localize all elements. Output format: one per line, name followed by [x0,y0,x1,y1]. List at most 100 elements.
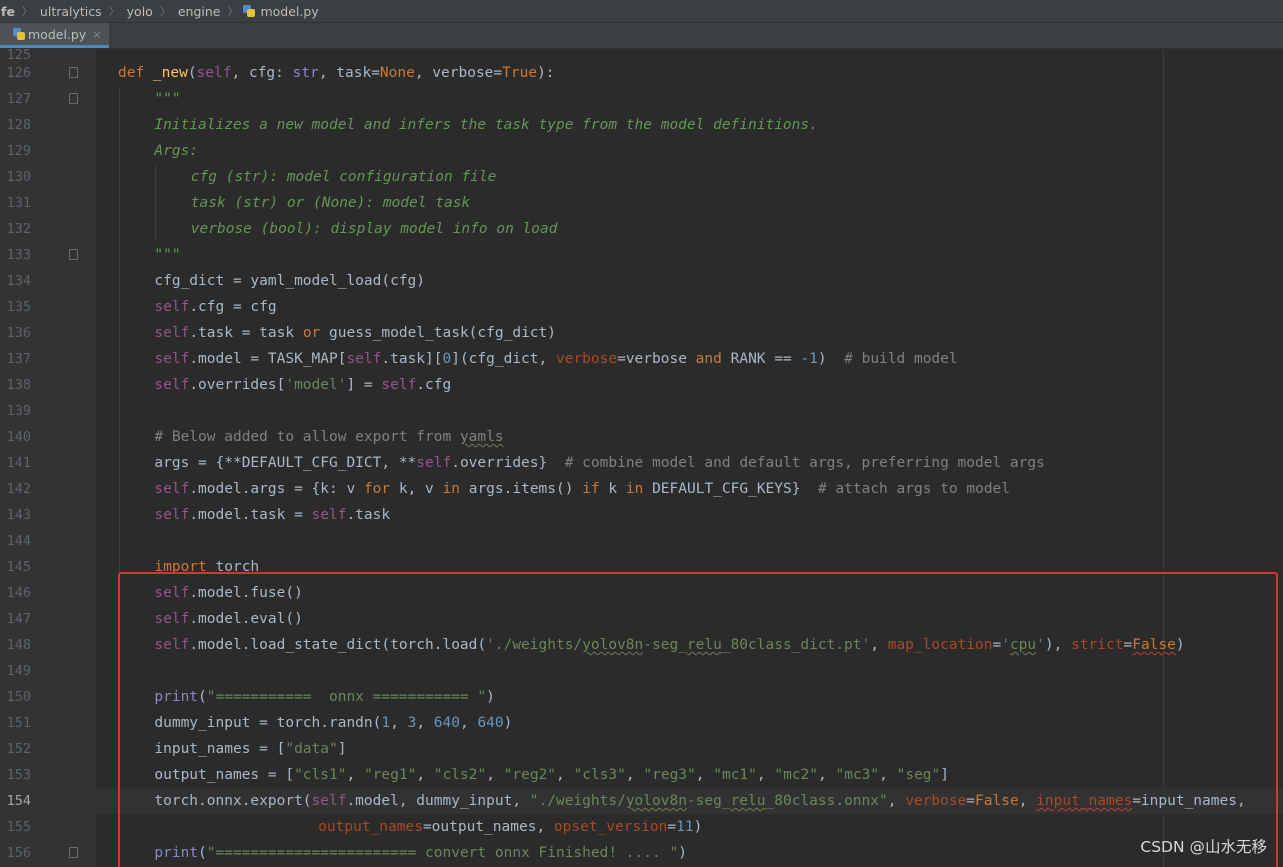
indent-guide [155,190,157,216]
breadcrumb-item[interactable]: yolo [125,4,155,19]
code-text: args = {**DEFAULT_CFG_DICT, **self.overr… [154,450,1044,476]
code-token: torch [206,559,260,575]
code-line[interactable]: 139 [0,398,1283,424]
code-line[interactable]: 133 """ [0,242,1283,268]
code-token: task (str) or (None): model task [190,195,471,211]
code-line[interactable]: 127 """ [0,86,1283,112]
code-line[interactable]: 134 cfg_dict = yaml_model_load(cfg) [0,268,1283,294]
code-token: .model.args = {k: v [189,481,364,497]
code-token: =output_names, [422,819,554,835]
code-line[interactable]: 153 output_names = ["cls1", "reg1", "cls2… [0,762,1283,788]
code-line[interactable]: 148 self.model.load_state_dict(torch.load… [0,632,1283,658]
tab-model-py[interactable]: model.py × [0,23,110,48]
code-line[interactable]: 128 Initializes a new model and infers th… [0,112,1283,138]
fold-marker-icon[interactable] [69,249,78,260]
code-token: self [416,455,452,471]
code-token: in [625,481,644,497]
code-line[interactable]: 147 self.model.eval() [0,606,1283,632]
code-line[interactable]: 129 Args: [0,138,1283,164]
code-line[interactable]: 149 [0,658,1283,684]
code-token: , [879,767,897,783]
code-token: True [502,65,538,81]
code-text: cfg_dict = yaml_model_load(cfg) [154,268,425,294]
indent-guide [119,320,120,346]
code-token: "data" [285,741,338,757]
code-line[interactable]: 130 cfg (str): model configuration file [0,164,1283,190]
code-token: ) [678,845,687,861]
indent-guide [119,346,120,372]
code-line[interactable]: 151 dummy_input = torch.randn(1, 3, 640, … [0,710,1283,736]
code-text: def _new(self, cfg: str, task=None, verb… [118,60,555,86]
code-token: 640 [477,715,504,731]
code-line[interactable]: 132 verbose (bool): display model info on… [0,216,1283,242]
code-line[interactable]: 145 import torch [0,554,1283,580]
code-token: , [818,767,836,783]
code-token: map_location [887,637,993,653]
fold-marker-icon[interactable] [69,93,78,104]
code-token: "mc3" [835,767,880,783]
code-token: ) [693,819,703,835]
line-number: 151 [6,715,31,731]
code-token: .task][ [381,351,443,367]
code-line[interactable]: 136 self.task = task or guess_model_task(… [0,320,1283,346]
close-icon[interactable]: × [92,28,101,41]
code-token: Args: [154,143,199,159]
code-line[interactable]: 154 torch.onnx.export(self.model, dummy_i… [0,788,1283,814]
code-token: # Below added to allow export from [154,429,460,445]
code-line[interactable]: 155 output_names=output_names, opset_vers… [0,814,1283,840]
code-editor[interactable]: 125 126 def _new(self, cfg: str, task=None… [0,49,1283,867]
code-line[interactable]: 138 self.overrides['model'] = self.cfg [0,372,1283,398]
code-token: _new [152,65,188,81]
code-token: _80class.onnx" [765,793,888,809]
indent-guide [119,216,120,242]
breadcrumb-separator-icon: 〉 [227,5,239,18]
breadcrumb-item[interactable]: model.py [258,4,320,19]
code-line[interactable]: 143 self.model.task = self.task [0,502,1283,528]
code-text: output_names = ["cls1", "reg1", "cls2", … [154,762,949,788]
breadcrumb-item[interactable]: fe [0,4,17,19]
code-line[interactable]: 152 input_names = ["data"] [0,736,1283,762]
code-token: k [599,481,626,497]
code-token: , [390,715,408,731]
code-line[interactable]: 140 # Below added to allow export from ya… [0,424,1283,450]
code-token: args = {**DEFAULT_CFG_DICT, ** [154,455,417,471]
code-line[interactable]: 141 args = {**DEFAULT_CFG_DICT, **self.ov… [0,450,1283,476]
code-token: .task [346,507,391,523]
line-number: 136 [6,325,31,341]
fold-marker-icon[interactable] [69,847,78,858]
code-line[interactable]: 144 [0,528,1283,554]
watermark: CSDN @山水无移 [1140,838,1267,856]
breadcrumb-item[interactable]: ultralytics [38,4,104,19]
code-token: , [695,767,714,783]
code-token: ' [1036,637,1045,653]
code-token: "mc1" [713,767,757,783]
code-line[interactable]: 150 print("=========== onnx =========== "… [0,684,1283,710]
code-token: print [154,845,199,861]
code-token: .model.fuse() [189,585,303,601]
code-token: "cls2" [433,767,487,783]
code-token: RANK == [721,351,801,367]
indent-guide [119,164,120,190]
code-line[interactable]: 135 self.cfg = cfg [0,294,1283,320]
indent-guide [119,840,120,866]
line-number: 139 [6,403,31,419]
breadcrumb-item[interactable]: engine [176,4,223,19]
code-line[interactable]: 125 126 def _new(self, cfg: str, task=None… [0,49,1283,86]
code-token: self [154,507,190,523]
python-file-icon [13,28,25,40]
line-number: 155 [6,819,31,835]
indent-guide [119,684,120,710]
code-token: , task= [318,65,380,81]
line-number: 154 [6,793,31,809]
code-line[interactable]: 156 print("======================= conver… [0,840,1283,866]
code-line[interactable]: 146 self.model.fuse() [0,580,1283,606]
code-token: guess_model_task(cfg_dict) [320,325,556,341]
fold-marker-icon[interactable] [69,67,78,78]
code-line[interactable]: 131 task (str) or (None): model task [0,190,1283,216]
code-token: , [486,767,504,783]
code-text: self.cfg = cfg [154,294,276,320]
code-token: "./weights/ [529,793,626,809]
code-line[interactable]: 137 self.model = TASK_MAP[self.task][0](c… [0,346,1283,372]
code-line[interactable]: 142 self.model.args = {k: v for k, v in a… [0,476,1283,502]
code-token: , [416,767,434,783]
